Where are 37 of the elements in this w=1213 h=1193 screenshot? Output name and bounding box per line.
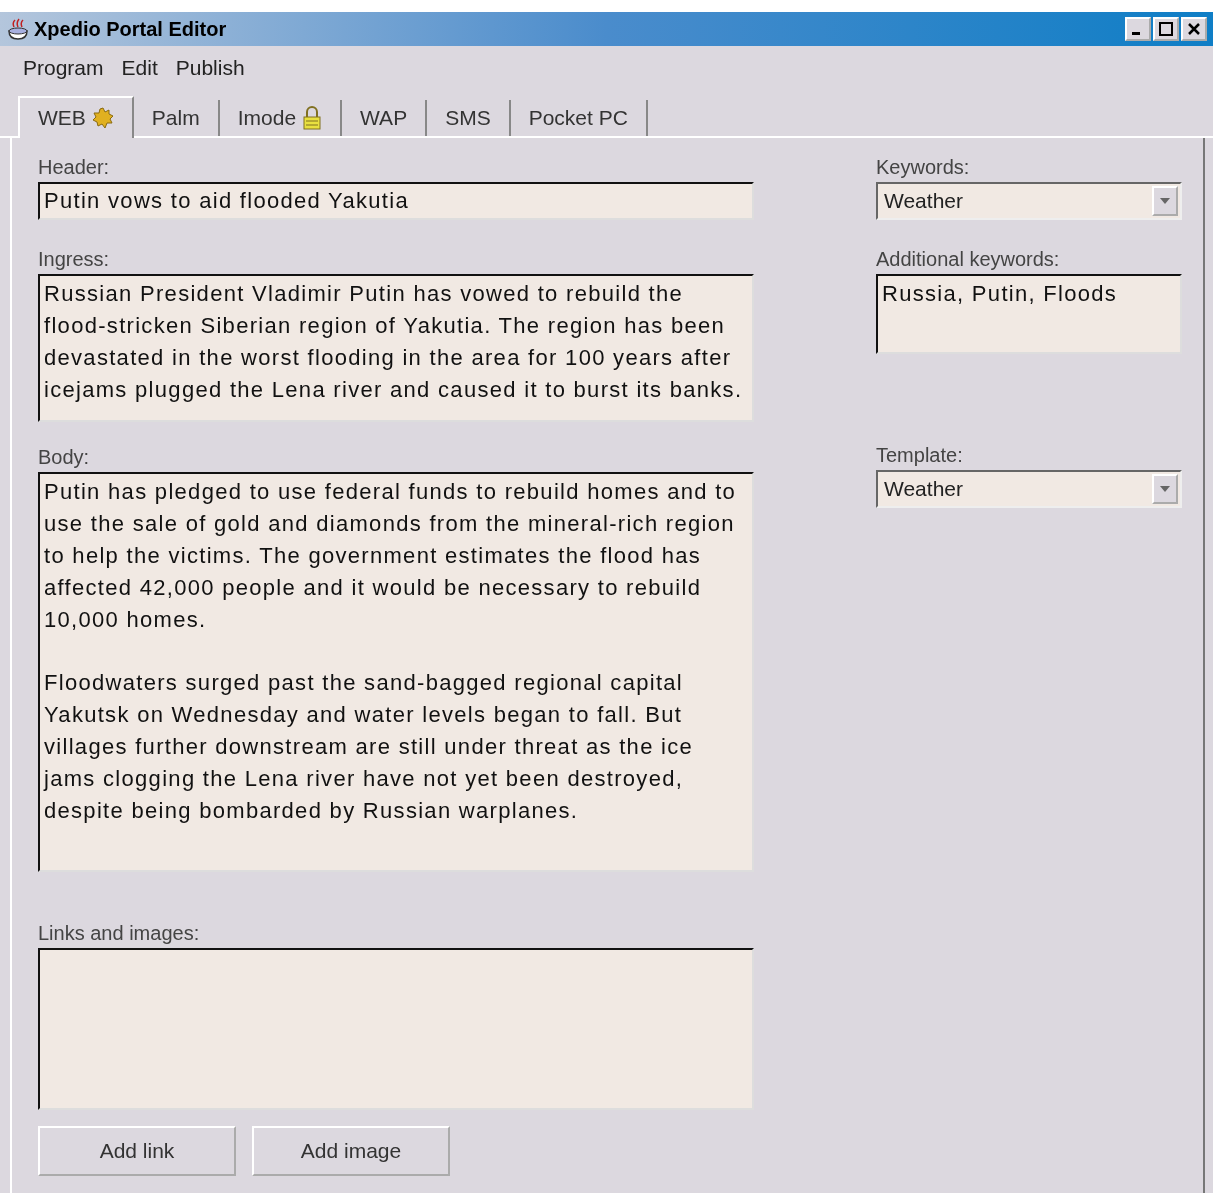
app-icon bbox=[6, 17, 30, 41]
menu-item[interactable]: Program bbox=[18, 52, 109, 82]
caret-icon bbox=[1152, 186, 1178, 216]
dropdown[interactable]: Weather bbox=[876, 182, 1182, 220]
maximize-icon bbox=[1159, 22, 1173, 36]
body-field[interactable]: Putin has pledged to use federal funds to rebuild homes and to use the sale of gold and diamonds from the mineral-rich region to help the victims. The government estimates the flood has affected 42,000 people and it would be necessary to rebuild 10,000 homes. Floodwaters surged past the sand-bagged regional capital Yakutsk on Wednesday and water levels began to fall. But villages further downstream are still under threat as the ice jams clogging the Lena river have not yet been destroyed, despite being bombarded by Russian warplanes. bbox=[38, 472, 754, 872]
links-field[interactable] bbox=[38, 948, 754, 1110]
caret-icon bbox=[1152, 474, 1178, 504]
tab[interactable]: WAP bbox=[342, 100, 428, 136]
window-title: Xpedio Portal Editor bbox=[34, 17, 227, 42]
menu-item[interactable]: Edit bbox=[116, 52, 163, 82]
tab[interactable]: Imode bbox=[219, 100, 343, 136]
keywords-field[interactable]: Russia, Putin, Floods bbox=[876, 274, 1182, 354]
badge-icon bbox=[91, 107, 114, 129]
tab[interactable]: Palm bbox=[133, 100, 220, 136]
minimize-icon bbox=[1132, 32, 1140, 35]
field-label: Ingress: bbox=[38, 248, 111, 270]
maximize-button[interactable] bbox=[1153, 17, 1179, 41]
action-button[interactable]: Add link bbox=[38, 1126, 236, 1176]
tab[interactable]: Pocket PC bbox=[510, 100, 648, 136]
ingress-field[interactable]: Russian President Vladimir Putin has vowed to rebuild the flood-stricken Siberian region of Yakutia. The region has been devastated in the worst flooding in the area for 100 years after icejams plugged the Lena river and caused it to burst its banks. bbox=[38, 274, 754, 422]
tab[interactable]: SMS bbox=[427, 100, 511, 136]
field-label: Header: bbox=[38, 156, 111, 178]
field-label: Additional keywords: bbox=[876, 248, 1061, 270]
menu-item[interactable]: Publish bbox=[170, 52, 250, 82]
field-label: Links and images: bbox=[38, 922, 201, 944]
minimize-button[interactable] bbox=[1125, 17, 1151, 41]
close-button[interactable] bbox=[1181, 17, 1207, 41]
action-button[interactable]: Add image bbox=[252, 1126, 450, 1176]
header-field[interactable]: Putin vows to aid flooded Yakutia bbox=[38, 182, 754, 220]
field-label: Keywords: bbox=[876, 156, 971, 178]
field-label: Body: bbox=[38, 446, 91, 468]
dropdown[interactable]: Weather bbox=[876, 470, 1182, 508]
tab[interactable]: WEB bbox=[18, 96, 134, 138]
field-label: Template: bbox=[876, 444, 964, 466]
lock-icon bbox=[302, 106, 323, 130]
close-icon bbox=[1187, 22, 1201, 36]
